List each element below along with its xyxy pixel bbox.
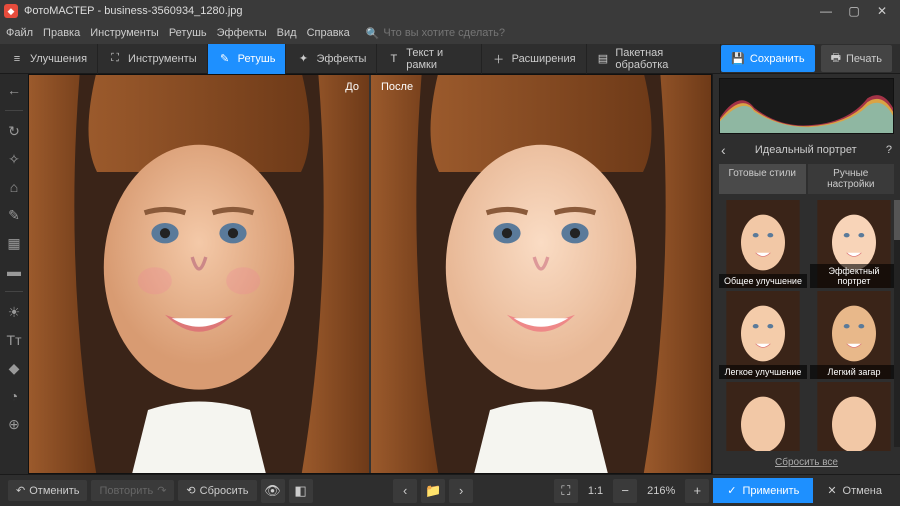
print-button[interactable]: 🖶Печать xyxy=(821,45,892,72)
tab-effects[interactable]: ✦Эффекты xyxy=(286,44,377,74)
redo-button[interactable]: Повторить↷ xyxy=(91,480,174,501)
bucket-icon[interactable]: ◆ xyxy=(4,358,24,378)
check-icon: ✓ xyxy=(727,484,736,497)
save-button[interactable]: 💾Сохранить xyxy=(721,45,814,72)
tab-retouch[interactable]: ✎Ретушь xyxy=(208,44,287,74)
reset-button[interactable]: ⟲Сбросить xyxy=(178,480,256,501)
search-icon: 🔍 xyxy=(366,27,380,40)
preset-scrollbar[interactable] xyxy=(894,200,900,447)
x-icon: ✕ xyxy=(827,484,836,497)
rotate-icon[interactable]: ↻ xyxy=(4,121,24,141)
scrollbar-thumb[interactable] xyxy=(894,200,900,240)
before-label: До xyxy=(345,81,359,93)
preset-item[interactable]: Эффектный портрет xyxy=(810,200,898,288)
app-icon: ◆ xyxy=(4,4,18,18)
side-toolbar: ← ↻ ✧ ⌂ ✎ ▦ ▬ ☀ Tт ◆ ◔ ⊕ xyxy=(0,74,28,474)
right-panel: ‹ Идеальный портрет ? Готовые стили Ручн… xyxy=(712,74,900,474)
subtab-manual[interactable]: Ручные настройки xyxy=(808,164,895,194)
plus-icon: ＋ xyxy=(492,52,506,66)
tab-extensions[interactable]: ＋Расширения xyxy=(482,44,587,74)
zoom-level: 216% xyxy=(641,485,681,497)
title-bar: ◆ ФотоМАСТЕР - business-3560934_1280.jpg… xyxy=(0,0,900,22)
menu-tools[interactable]: Инструменты xyxy=(90,27,159,39)
print-icon: 🖶 xyxy=(831,49,841,68)
subtab-presets[interactable]: Готовые стили xyxy=(719,164,806,194)
bottom-bar: ↶Отменить Повторить↷ ⟲Сбросить 👁 ◧ ‹ 📁 ›… xyxy=(0,474,900,506)
window-title: ФотоМАСТЕР - business-3560934_1280.jpg xyxy=(24,5,243,17)
before-pane: До xyxy=(29,75,369,473)
compare-icon[interactable]: ◧ xyxy=(289,479,313,503)
undo-icon: ↶ xyxy=(16,484,25,497)
after-image xyxy=(371,75,711,473)
menu-help[interactable]: Справка xyxy=(307,27,350,39)
grid-icon[interactable]: ▦ xyxy=(4,233,24,253)
brush-icon: ✎ xyxy=(218,52,232,66)
sliders-icon: ≡ xyxy=(10,52,24,66)
stack-icon: ▤ xyxy=(597,52,610,66)
wand-icon[interactable]: ✧ xyxy=(4,149,24,169)
after-label: После xyxy=(381,81,413,93)
tab-batch[interactable]: ▤Пакетная обработка xyxy=(587,44,722,74)
preset-grid: Общее улучшение Эффектный портрет Легкое… xyxy=(713,196,900,451)
main-area: ← ↻ ✧ ⌂ ✎ ▦ ▬ ☀ Tт ◆ ◔ ⊕ До xyxy=(0,74,900,474)
reset-icon: ⟲ xyxy=(186,484,195,497)
menu-bar: Файл Правка Инструменты Ретушь Эффекты В… xyxy=(0,22,900,44)
gradient-icon[interactable]: ▬ xyxy=(4,261,24,281)
arrow-left-icon[interactable]: ← xyxy=(4,80,24,100)
menu-file[interactable]: Файл xyxy=(6,27,33,39)
preset-item[interactable]: Легкое улучшение xyxy=(719,291,807,379)
stamp-icon[interactable]: ⌂ xyxy=(4,177,24,197)
menu-edit[interactable]: Правка xyxy=(43,27,80,39)
main-toolbar: ≡Улучшения ⛶Инструменты ✎Ретушь ✦Эффекты… xyxy=(0,44,900,74)
menu-view[interactable]: Вид xyxy=(277,27,297,39)
text-icon: T xyxy=(387,52,400,66)
save-icon: 💾 xyxy=(731,52,745,65)
pencil-icon[interactable]: ✎ xyxy=(4,205,24,225)
histogram[interactable] xyxy=(719,78,894,134)
preset-item[interactable] xyxy=(719,382,807,451)
tab-text-frames[interactable]: TТекст и рамки xyxy=(377,44,481,74)
close-button[interactable]: ✕ xyxy=(868,0,896,22)
minimize-button[interactable]: — xyxy=(812,0,840,22)
ratio-label[interactable]: 1:1 xyxy=(582,485,609,497)
panel-back-button[interactable]: ‹ xyxy=(721,142,726,158)
panel-subtabs: Готовые стили Ручные настройки xyxy=(719,164,894,194)
blur-icon[interactable]: ◔ xyxy=(4,386,24,406)
undo-button[interactable]: ↶Отменить xyxy=(8,480,87,501)
maximize-button[interactable]: ▢ xyxy=(840,0,868,22)
menu-effects[interactable]: Эффекты xyxy=(217,27,267,39)
panel-header: ‹ Идеальный портрет ? xyxy=(713,138,900,162)
search-box[interactable]: 🔍 xyxy=(366,27,524,40)
sparkle-icon: ✦ xyxy=(296,52,310,66)
text-tool-icon[interactable]: Tт xyxy=(4,330,24,350)
canvas-compare[interactable]: До После xyxy=(28,74,712,474)
help-icon[interactable]: ? xyxy=(886,144,892,156)
apply-button[interactable]: ✓Применить xyxy=(713,478,813,503)
before-image xyxy=(29,75,369,473)
zoom-out-button[interactable]: − xyxy=(613,479,637,503)
preset-item[interactable]: Общее улучшение xyxy=(719,200,807,288)
panel-title: Идеальный портрет xyxy=(755,144,857,156)
menu-retouch[interactable]: Ретушь xyxy=(169,27,207,39)
tab-tools[interactable]: ⛶Инструменты xyxy=(98,44,208,74)
reset-all-link[interactable]: Сбросить все xyxy=(713,451,900,474)
after-pane: После xyxy=(369,75,711,473)
zoom-in-button[interactable]: + xyxy=(685,479,709,503)
folder-icon[interactable]: 📁 xyxy=(421,479,445,503)
eye-icon[interactable]: 👁 xyxy=(261,479,285,503)
crop-icon: ⛶ xyxy=(108,52,122,66)
search-input[interactable] xyxy=(383,27,523,39)
fit-icon[interactable]: ⛶ xyxy=(554,479,578,503)
target-icon[interactable]: ⊕ xyxy=(4,414,24,434)
cancel-button[interactable]: ✕Отмена xyxy=(817,478,892,503)
sun-icon[interactable]: ☀ xyxy=(4,302,24,322)
redo-icon: ↷ xyxy=(157,484,166,497)
prev-button[interactable]: ‹ xyxy=(393,479,417,503)
next-button[interactable]: › xyxy=(449,479,473,503)
preset-item[interactable] xyxy=(810,382,898,451)
tab-enhance[interactable]: ≡Улучшения xyxy=(0,44,98,74)
preset-item[interactable]: Легкий загар xyxy=(810,291,898,379)
